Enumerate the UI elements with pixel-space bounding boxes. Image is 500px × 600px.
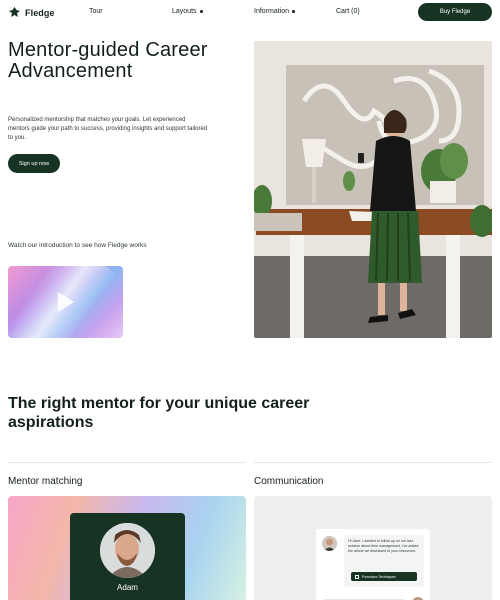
divider xyxy=(8,462,246,463)
chat-message-text: Hi Jane, I wanted to follow up on our la… xyxy=(348,539,419,553)
dropdown-dot-icon xyxy=(199,9,203,13)
chat-avatar-portrait xyxy=(322,536,337,551)
resource-chip-label: Pomodoro Techniques xyxy=(362,574,396,579)
communication-card: Hi Jane, I wanted to follow up on our la… xyxy=(254,496,492,600)
section-title: The right mentor for your unique career … xyxy=(8,395,310,431)
hero-description: Personalized mentorship that matches you… xyxy=(8,117,208,141)
chat-avatar xyxy=(322,536,337,551)
leaf-logo-icon xyxy=(9,7,20,17)
mentor-profile-card[interactable]: Adam xyxy=(70,513,185,600)
nav-link-layouts[interactable]: Layouts xyxy=(172,8,203,15)
play-icon[interactable] xyxy=(58,292,74,312)
chat-panel: Hi Jane, I wanted to follow up on our la… xyxy=(316,529,430,600)
brand-name: Fledge xyxy=(25,7,55,18)
external-link-icon xyxy=(355,574,359,579)
sign-up-button[interactable]: Sign up now xyxy=(8,154,60,173)
hero-title: Mentor-guided Career Advancement xyxy=(8,39,208,82)
video-caption: Watch our introduction to see how Fledge… xyxy=(8,242,147,249)
mentor-avatar xyxy=(100,523,155,578)
intro-video-thumbnail[interactable] xyxy=(8,266,123,338)
feature-label-communication: Communication xyxy=(254,476,324,487)
nav-link-information[interactable]: Information xyxy=(254,8,296,15)
brand-logo[interactable]: Fledge xyxy=(8,6,55,19)
top-navigation: Fledge Tour Layouts Information Cart (0)… xyxy=(0,0,500,26)
mentor-portrait xyxy=(100,523,155,578)
nav-link-information-label: Information xyxy=(254,8,290,15)
mentor-name: Adam xyxy=(117,583,138,592)
dropdown-dot-icon xyxy=(292,9,296,13)
divider xyxy=(254,462,492,463)
nav-link-layouts-label: Layouts xyxy=(172,8,197,15)
nav-link-tour[interactable]: Tour xyxy=(89,8,103,15)
hero-photo xyxy=(254,41,492,338)
woman-at-desk-illustration xyxy=(254,41,492,338)
nav-link-cart[interactable]: Cart (0) xyxy=(336,8,360,15)
mentor-matching-card: Adam xyxy=(8,496,246,600)
resource-chip[interactable]: Pomodoro Techniques xyxy=(351,572,417,581)
buy-fledge-button[interactable]: Buy Fledge xyxy=(418,3,492,21)
feature-label-mentor-matching: Mentor matching xyxy=(8,476,83,487)
